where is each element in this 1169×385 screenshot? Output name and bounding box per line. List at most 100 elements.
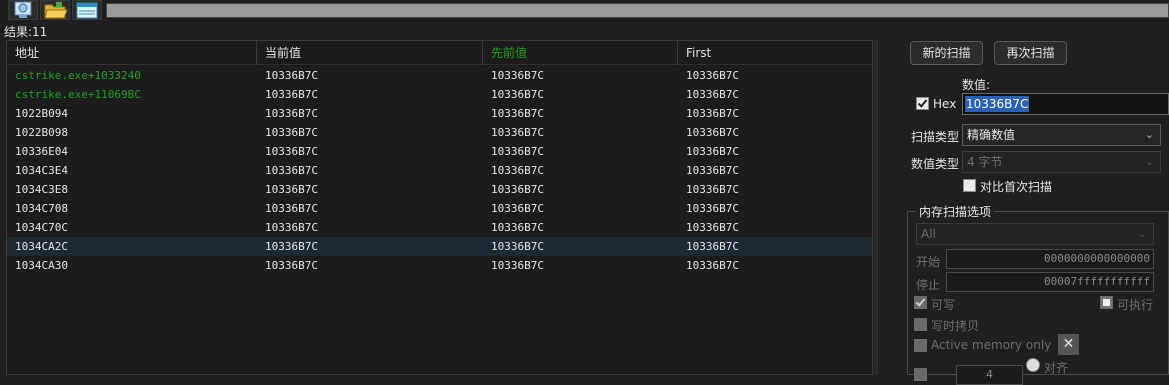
fast-scan-value-input[interactable]: 4 — [956, 365, 1023, 385]
table-rows: cstrike.exe+1033240 10336B7C 10336B7C 10336… — [7, 66, 872, 275]
memory-scan-options-title: 内存扫描选项 — [916, 203, 995, 220]
table-header: 地址 当前值 先前值 First — [7, 41, 872, 65]
copy-on-write-checkbox[interactable] — [914, 318, 927, 331]
table-row[interactable]: 1022B094 10336B7C 10336B7C 10336B7C — [7, 104, 872, 123]
table-row[interactable]: 1034CA30 10336B7C 10336B7C 10336B7C — [7, 256, 872, 275]
close-icon[interactable]: ✕ — [1058, 334, 1079, 355]
align-radio[interactable] — [1026, 358, 1040, 372]
table-row[interactable]: 1022B098 10336B7C 10336B7C 10336B7C — [7, 123, 872, 142]
cell-previous: 10336B7C — [491, 240, 544, 253]
copy-on-write-label: 写时拷贝 — [931, 319, 980, 333]
open-folder-icon[interactable] — [40, 0, 70, 20]
value-type-label: 数值类型 — [911, 157, 960, 171]
checkmark-icon — [915, 298, 926, 307]
active-memory-checkbox[interactable] — [914, 339, 927, 352]
table-row[interactable]: 1034CA2C 10336B7C 10336B7C 10336B7C — [7, 237, 872, 256]
stop-label: 停止 — [916, 278, 941, 292]
table-row[interactable]: 1034C3E8 10336B7C 10336B7C 10336B7C — [7, 180, 872, 199]
cell-previous: 10336B7C — [491, 126, 544, 139]
next-scan-button[interactable]: 再次扫描 — [994, 41, 1067, 65]
cell-current: 10336B7C — [265, 259, 318, 272]
save-table-icon[interactable] — [72, 0, 102, 20]
memory-region-select[interactable]: All ⌄ — [916, 223, 1154, 245]
cell-current: 10336B7C — [265, 240, 318, 253]
scan-value-input[interactable]: 10336B7C — [962, 93, 1169, 115]
column-header-previous[interactable]: 先前值 — [483, 41, 678, 65]
cell-current: 10336B7C — [265, 126, 318, 139]
cell-address: cstrike.exe+1033240 — [15, 69, 141, 82]
cell-previous: 10336B7C — [491, 164, 544, 177]
table-row[interactable]: 10336E04 10336B7C 10336B7C 10336B7C — [7, 142, 872, 161]
cell-current: 10336B7C — [265, 221, 318, 234]
value-type-select[interactable]: 4 字节 ⌄ — [962, 151, 1161, 173]
cell-first: 10336B7C — [686, 107, 739, 120]
hex-checkbox[interactable] — [916, 97, 929, 110]
cell-first: 10336B7C — [686, 88, 739, 101]
cell-first: 10336B7C — [686, 164, 739, 177]
results-table: 地址 当前值 先前值 First cstrike.exe+1033240 1033… — [6, 40, 873, 375]
cell-previous: 10336B7C — [491, 107, 544, 120]
cell-previous: 10336B7C — [491, 88, 544, 101]
chevron-down-icon: ⌄ — [1144, 128, 1154, 141]
cell-address: 1034C3E4 — [15, 164, 68, 177]
cell-current: 10336B7C — [265, 164, 318, 177]
new-scan-button[interactable]: 新的扫描 — [910, 41, 983, 65]
stop-address-input[interactable]: 00007fffffffffff — [946, 272, 1154, 292]
cell-address: 1022B094 — [15, 107, 68, 120]
chevron-down-icon: ⌄ — [1144, 155, 1154, 168]
cell-first: 10336B7C — [686, 221, 739, 234]
start-address-input[interactable]: 0000000000000000 — [946, 249, 1154, 269]
cell-address: 1034CA30 — [15, 259, 68, 272]
column-header-first[interactable]: First — [678, 41, 872, 65]
cell-previous: 10336B7C — [491, 202, 544, 215]
cell-address: 1022B098 — [15, 126, 68, 139]
scan-progress-bar — [106, 3, 1169, 18]
cell-first: 10336B7C — [686, 259, 739, 272]
scan-type-select[interactable]: 精确数值 ⌄ — [962, 124, 1161, 146]
cell-first: 10336B7C — [686, 183, 739, 196]
cell-previous: 10336B7C — [491, 221, 544, 234]
start-label: 开始 — [916, 255, 941, 269]
column-header-current[interactable]: 当前值 — [257, 41, 483, 65]
cell-current: 10336B7C — [265, 183, 318, 196]
cell-first: 10336B7C — [686, 145, 739, 158]
column-header-address[interactable]: 地址 — [7, 41, 257, 65]
scan-value-text: 10336B7C — [965, 96, 1030, 112]
cell-previous: 10336B7C — [491, 145, 544, 158]
hex-label: Hex — [933, 97, 957, 111]
table-row[interactable]: 1034C70C 10336B7C 10336B7C 10336B7C — [7, 218, 872, 237]
writable-label: 可写 — [931, 298, 956, 312]
align-label: 对齐 — [1044, 361, 1069, 375]
value-label: 数值: — [962, 78, 991, 92]
cell-address: 1034C708 — [15, 202, 68, 215]
cell-previous: 10336B7C — [491, 259, 544, 272]
cell-current: 10336B7C — [265, 69, 318, 82]
toolbar — [0, 0, 1169, 22]
cell-address: 1034CA2C — [15, 240, 68, 253]
cell-current: 10336B7C — [265, 88, 318, 101]
scan-type-value: 精确数值 — [967, 128, 1016, 142]
writable-checkbox[interactable] — [914, 296, 927, 309]
cell-address: 1034C3E8 — [15, 183, 68, 196]
vertical-scrollbar[interactable] — [874, 40, 878, 375]
table-row[interactable]: 1034C708 10336B7C 10336B7C 10336B7C — [7, 199, 872, 218]
cell-previous: 10336B7C — [491, 183, 544, 196]
scan-type-label: 扫描类型 — [911, 130, 960, 144]
cell-current: 10336B7C — [265, 202, 318, 215]
compare-first-checkbox[interactable] — [963, 179, 976, 192]
cell-current: 10336B7C — [265, 145, 318, 158]
result-count: 结果:11 — [4, 25, 48, 39]
table-row[interactable]: cstrike.exe+11069BC 10336B7C 10336B7C 10336… — [7, 85, 872, 104]
table-row[interactable]: 1034C3E4 10336B7C 10336B7C 10336B7C — [7, 161, 872, 180]
cell-previous: 10336B7C — [491, 69, 544, 82]
compare-first-label: 对比首次扫描 — [980, 180, 1053, 194]
cell-first: 10336B7C — [686, 240, 739, 253]
table-row[interactable]: cstrike.exe+1033240 10336B7C 10336B7C 10336… — [7, 66, 872, 85]
active-memory-label: Active memory only — [931, 338, 1052, 352]
cell-address: cstrike.exe+11069BC — [15, 88, 141, 101]
executable-label: 可执行 — [1117, 298, 1154, 312]
value-type-value: 4 字节 — [967, 155, 1003, 169]
cell-address: 1034C70C — [15, 221, 68, 234]
executable-checkbox[interactable] — [1100, 296, 1113, 309]
process-list-icon[interactable] — [8, 0, 38, 20]
